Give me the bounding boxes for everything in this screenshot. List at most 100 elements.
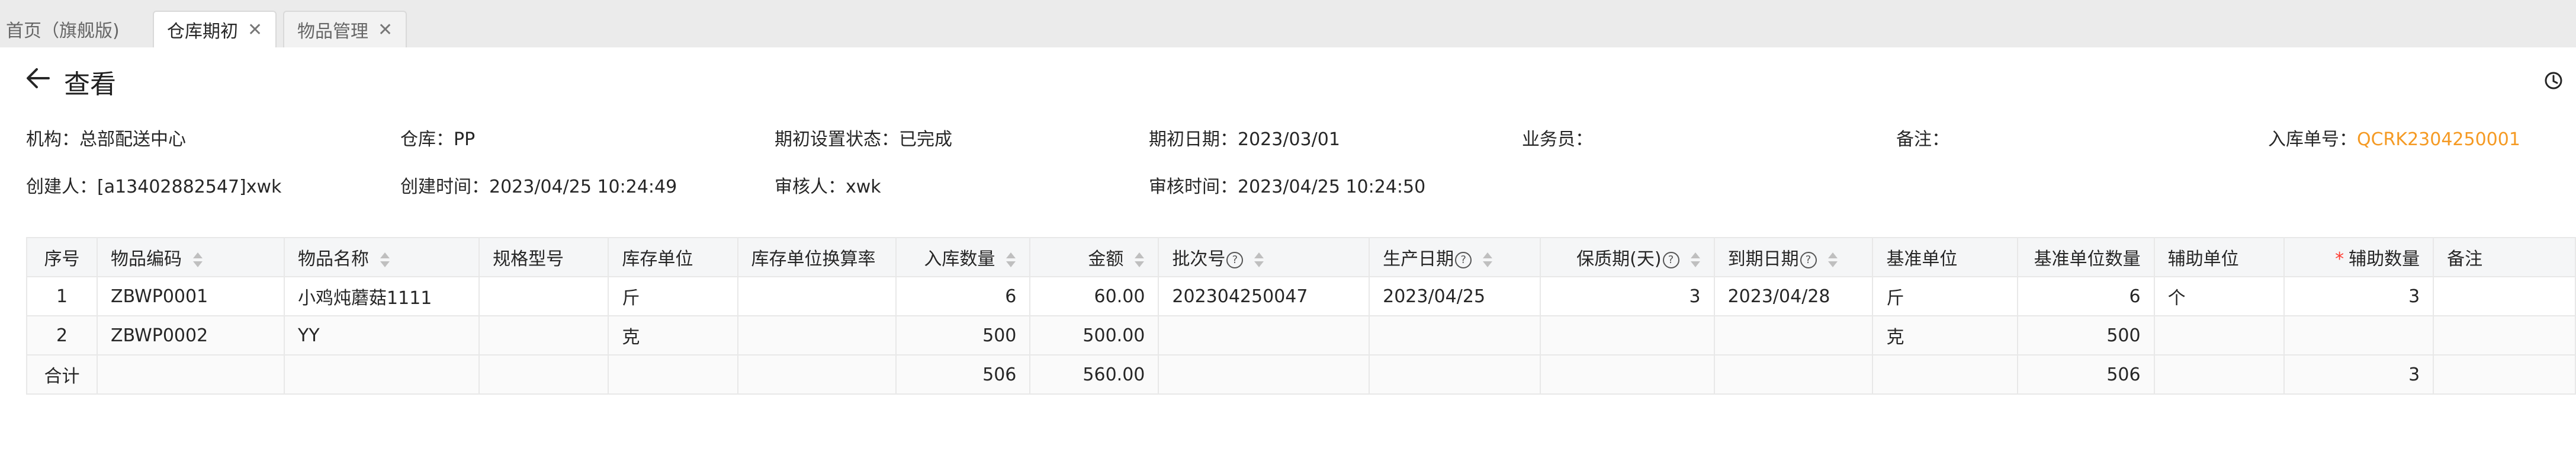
col-header-prod-date[interactable]: 生产日期? (1369, 237, 1541, 277)
cell-prod-date (1369, 315, 1541, 356)
col-header-base-unit-label: 基准单位 (1886, 249, 1958, 270)
help-icon[interactable]: ? (1455, 251, 1472, 268)
total-qty: 506 (895, 354, 1031, 395)
total-empty-cell (1713, 354, 1874, 395)
col-header-qty[interactable]: 入库数量 (895, 237, 1031, 277)
info-created-time-label: 创建时间： (400, 177, 489, 197)
tab-item-management[interactable]: 物品管理 ✕ (283, 11, 407, 47)
inbound-no-link[interactable]: QCRK2304250001 (2357, 129, 2520, 150)
cell-spec (478, 276, 609, 316)
cell-aux-qty: 3 (2283, 276, 2434, 316)
col-header-base-unit: 基准单位 (1872, 237, 2018, 277)
col-header-rate: 库存单位换算率 (737, 237, 897, 277)
cell-rate (737, 276, 897, 316)
tab-item-management-label: 物品管理 (297, 21, 368, 42)
close-icon[interactable]: ✕ (378, 20, 393, 40)
close-icon[interactable]: ✕ (248, 20, 262, 40)
sort-icon[interactable] (1134, 251, 1145, 269)
help-icon[interactable]: ? (1226, 251, 1244, 268)
info-inbound-no: 入库单号：QCRK2304250001 (2268, 124, 2520, 151)
tab-bar: 首页（旗舰版) 仓库期初 ✕ 物品管理 ✕ (0, 0, 2576, 47)
cell-amount: 60.00 (1029, 276, 1159, 316)
cell-expire (1713, 315, 1874, 356)
tab-home-label: 首页（旗舰版) (6, 21, 120, 41)
tab-warehouse-opening[interactable]: 仓库期初 ✕ (153, 11, 277, 47)
info-auditor-value: xwk (846, 177, 881, 197)
table-row[interactable]: 2 ZBWP0002 YY 克 500 500.00 克 500 (25, 315, 2576, 356)
cell-aux-qty (2283, 315, 2434, 356)
total-empty-cell (1369, 354, 1541, 395)
col-header-expire-label: 到期日期 (1727, 249, 1799, 270)
sort-icon[interactable] (1482, 251, 1493, 269)
cell-qty: 6 (895, 276, 1031, 316)
info-salesman: 业务员： (1522, 124, 1593, 151)
col-header-remark: 备注 (2433, 237, 2576, 277)
help-icon[interactable]: ? (1662, 251, 1679, 268)
sort-icon[interactable] (1690, 251, 1701, 269)
cell-aux-unit (2153, 315, 2285, 356)
col-header-remark-label: 备注 (2447, 249, 2483, 270)
info-created-time-value: 2023/04/25 10:24:49 (489, 177, 677, 197)
col-header-expire[interactable]: 到期日期? (1713, 237, 1874, 277)
info-inbound-no-label: 入库单号： (2268, 129, 2357, 150)
cell-batch: 202304250047 (1158, 276, 1370, 316)
col-header-seq: 序号 (25, 237, 98, 277)
cell-batch (1158, 315, 1370, 356)
cell-base-unit: 斤 (1872, 276, 2018, 316)
clock-icon[interactable] (2544, 71, 2563, 90)
total-empty-cell (97, 354, 285, 395)
total-empty-cell (608, 354, 738, 395)
col-header-aux-qty: * 辅助数量 (2283, 237, 2434, 277)
col-header-spec-label: 规格型号 (493, 249, 564, 270)
cell-shelf (1540, 315, 1715, 356)
sort-icon[interactable] (192, 251, 203, 269)
total-empty-cell (2433, 354, 2576, 395)
col-header-unit: 库存单位 (608, 237, 738, 277)
total-empty-cell (737, 354, 897, 395)
required-mark: * (2335, 249, 2344, 270)
col-header-name-label: 物品名称 (298, 249, 370, 270)
cell-code: ZBWP0001 (97, 276, 285, 316)
info-status-label: 期初设置状态： (775, 129, 899, 150)
page-title: 查看 (64, 69, 116, 100)
info-creator-label: 创建人： (26, 177, 97, 197)
cell-name: 小鸡炖蘑菇1111 (284, 276, 480, 316)
col-header-unit-label: 库存单位 (622, 249, 693, 270)
total-empty-cell (1540, 354, 1715, 395)
sort-icon[interactable] (1006, 251, 1016, 269)
col-header-base-qty: 基准单位数量 (2016, 237, 2155, 277)
info-creator: 创建人：[a13402882547]xwk (26, 172, 281, 198)
back-arrow-icon[interactable] (25, 65, 51, 91)
col-header-batch[interactable]: 批次号? (1158, 237, 1370, 277)
col-header-aux-unit-label: 辅助单位 (2167, 249, 2239, 270)
cell-amount: 500.00 (1029, 315, 1159, 356)
col-header-prod-date-label: 生产日期 (1383, 249, 1454, 270)
help-icon[interactable]: ? (1800, 251, 1817, 268)
info-opening-date: 期初日期：2023/03/01 (1149, 124, 1340, 151)
cell-base-qty: 6 (2016, 276, 2155, 316)
sort-icon[interactable] (1827, 251, 1838, 269)
cell-unit: 斤 (608, 276, 738, 316)
info-audit-time-label: 审核时间： (1149, 177, 1238, 197)
col-header-base-qty-label: 基准单位数量 (2034, 249, 2141, 270)
col-header-shelf[interactable]: 保质期(天)? (1540, 237, 1715, 277)
tab-home[interactable]: 首页（旗舰版) (0, 11, 120, 47)
info-audit-time-value: 2023/04/25 10:24:50 (1238, 177, 1426, 197)
info-created-time: 创建时间：2023/04/25 10:24:49 (400, 172, 677, 198)
cell-seq: 1 (25, 276, 98, 316)
cell-shelf: 3 (1540, 276, 1715, 316)
total-label: 合计 (25, 354, 98, 395)
cell-name: YY (284, 315, 480, 356)
sort-icon[interactable] (380, 251, 390, 269)
cell-seq: 2 (25, 315, 98, 356)
col-header-name[interactable]: 物品名称 (284, 237, 480, 277)
info-remark: 备注： (1896, 124, 1949, 151)
col-header-aux-unit: 辅助单位 (2153, 237, 2285, 277)
col-header-code[interactable]: 物品编码 (97, 237, 285, 277)
info-opening-date-value: 2023/03/01 (1238, 129, 1340, 150)
cell-prod-date: 2023/04/25 (1369, 276, 1541, 316)
sort-icon[interactable] (1254, 251, 1264, 269)
col-header-amount[interactable]: 金额 (1029, 237, 1159, 277)
col-header-code-label: 物品编码 (111, 249, 182, 270)
table-row[interactable]: 1 ZBWP0001 小鸡炖蘑菇1111 斤 6 60.00 202304250… (25, 276, 2576, 316)
